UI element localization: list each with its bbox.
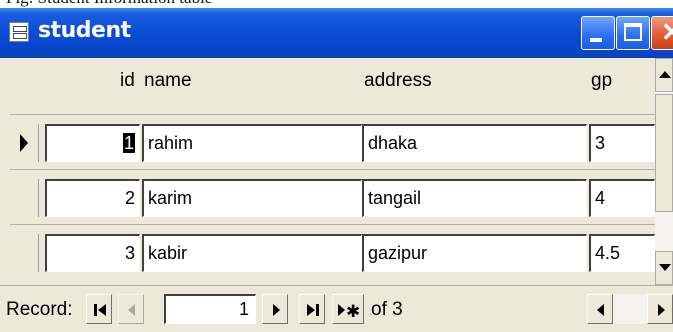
row-divider [10, 169, 655, 170]
column-header-id[interactable]: id [110, 58, 142, 100]
last-record-button[interactable] [299, 294, 325, 324]
cell-id-value: 1 [122, 133, 135, 153]
first-record-icon [94, 304, 106, 316]
first-record-button[interactable] [86, 294, 112, 324]
cell-id[interactable]: 1 [45, 124, 140, 162]
table-icon [9, 22, 29, 42]
column-header-address-label: address [364, 70, 432, 91]
window-title: student [38, 18, 131, 43]
close-icon: ✕ [661, 17, 673, 47]
new-record-button[interactable]: ✱ [332, 294, 364, 324]
column-header-name[interactable]: name [142, 58, 362, 100]
vertical-scrollbar[interactable] [655, 58, 673, 285]
scroll-left-icon [597, 304, 604, 316]
record-selector[interactable] [10, 234, 39, 272]
maximize-button[interactable] [616, 16, 650, 50]
column-header-id-label: id [120, 70, 135, 91]
table-row[interactable]: 3 kabir gazipur 4.5 [10, 226, 655, 279]
column-header-gp[interactable]: gp [589, 58, 655, 100]
cell-gp[interactable]: 3 [589, 124, 655, 162]
cell-address[interactable]: dhaka [362, 124, 587, 162]
scroll-right-icon [658, 304, 665, 316]
record-navigation-bar: Record: 1 ✱ of 3 [0, 285, 673, 332]
cell-id[interactable]: 3 [45, 234, 140, 272]
caption-strip: Fig: Student Information table [0, 0, 673, 8]
record-number-input[interactable]: 1 [164, 294, 256, 324]
datasheet-grid: id name address gp 1 rahim dhaka 3 2 kar… [10, 58, 655, 285]
cell-name[interactable]: karim [142, 179, 362, 217]
row-divider [10, 224, 655, 225]
scroll-right-button[interactable] [647, 294, 673, 324]
next-record-button[interactable] [262, 294, 288, 324]
column-header-gp-label: gp [591, 70, 613, 91]
scroll-thumb[interactable] [655, 94, 673, 212]
scroll-left-button[interactable] [587, 294, 613, 324]
cell-gp[interactable]: 4 [589, 179, 655, 217]
next-record-icon [273, 304, 280, 316]
cell-name[interactable]: kabir [142, 234, 362, 272]
scroll-up-button[interactable] [655, 58, 673, 92]
table-row[interactable]: 1 rahim dhaka 3 [10, 116, 655, 169]
scroll-down-button[interactable] [655, 251, 673, 285]
svg-text:✱: ✱ [346, 302, 360, 322]
table-row[interactable]: 2 karim tangail 4 [10, 171, 655, 224]
new-record-icon: ✱ [338, 302, 360, 322]
record-selector[interactable] [10, 124, 39, 162]
row-divider [10, 114, 655, 115]
cell-address[interactable]: gazipur [362, 234, 587, 272]
title-bar[interactable]: student ✕ [0, 8, 673, 58]
cell-gp[interactable]: 4.5 [589, 234, 655, 272]
minimize-button[interactable] [581, 16, 615, 50]
horizontal-scrollbar[interactable] [587, 294, 673, 324]
record-count: of 3 [371, 299, 403, 320]
record-label: Record: [6, 299, 73, 320]
close-button[interactable]: ✕ [651, 16, 673, 50]
last-record-icon [307, 304, 319, 316]
column-header-address[interactable]: address [362, 58, 587, 100]
column-header-name-label: name [144, 70, 192, 91]
previous-record-button[interactable] [118, 294, 144, 324]
caption-text: Fig: Student Information table [6, 0, 212, 8]
datasheet-window: student ✕ id name address gp 1 rahim dha… [0, 8, 673, 332]
cell-name[interactable]: rahim [142, 124, 362, 162]
cell-address[interactable]: tangail [362, 179, 587, 217]
current-record-icon [20, 134, 28, 152]
record-selector[interactable] [10, 179, 39, 217]
previous-record-icon [128, 304, 135, 316]
cell-id[interactable]: 2 [45, 179, 140, 217]
